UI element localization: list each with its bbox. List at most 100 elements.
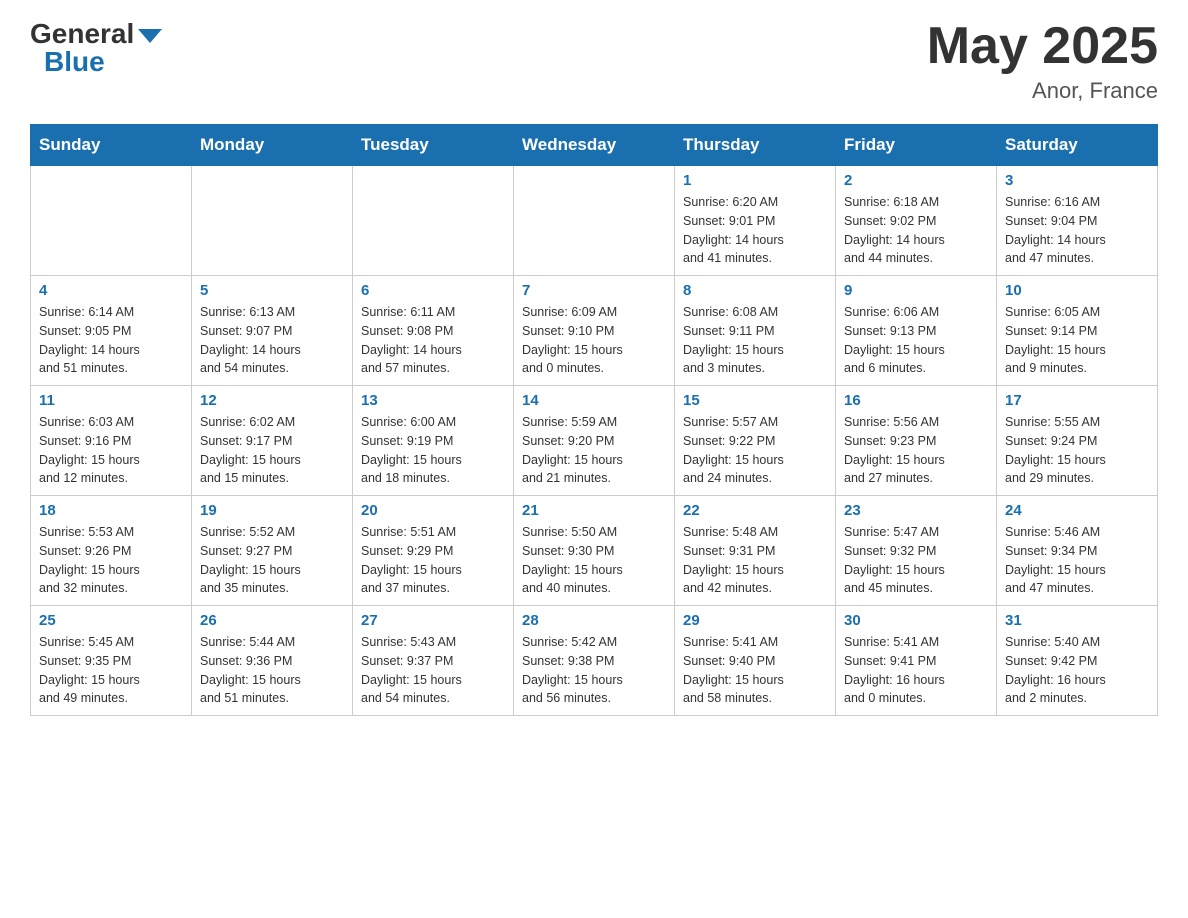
day-number: 28	[522, 612, 666, 629]
calendar-cell: 21 Sunrise: 5:50 AMSunset: 9:30 PMDayligh…	[514, 496, 675, 606]
day-info: Sunrise: 5:59 AMSunset: 9:20 PMDaylight:…	[522, 413, 666, 488]
day-info: Sunrise: 5:50 AMSunset: 9:30 PMDaylight:…	[522, 523, 666, 598]
calendar-cell: 25 Sunrise: 5:45 AMSunset: 9:35 PMDayligh…	[31, 606, 192, 716]
day-number: 14	[522, 392, 666, 409]
day-number: 8	[683, 282, 827, 299]
day-info: Sunrise: 6:18 AMSunset: 9:02 PMDaylight:…	[844, 193, 988, 268]
day-number: 30	[844, 612, 988, 629]
page-header: General Blue May 2025 Anor, France	[30, 20, 1158, 104]
day-info: Sunrise: 6:03 AMSunset: 9:16 PMDaylight:…	[39, 413, 183, 488]
calendar-table: SundayMondayTuesdayWednesdayThursdayFrid…	[30, 124, 1158, 716]
weekday-header-wednesday: Wednesday	[514, 125, 675, 166]
calendar-cell: 18 Sunrise: 5:53 AMSunset: 9:26 PMDayligh…	[31, 496, 192, 606]
day-info: Sunrise: 5:57 AMSunset: 9:22 PMDaylight:…	[683, 413, 827, 488]
weekday-header-saturday: Saturday	[997, 125, 1158, 166]
week-row-5: 25 Sunrise: 5:45 AMSunset: 9:35 PMDayligh…	[31, 606, 1158, 716]
day-info: Sunrise: 5:55 AMSunset: 9:24 PMDaylight:…	[1005, 413, 1149, 488]
day-number: 31	[1005, 612, 1149, 629]
calendar-cell: 5 Sunrise: 6:13 AMSunset: 9:07 PMDaylight…	[192, 276, 353, 386]
day-info: Sunrise: 5:48 AMSunset: 9:31 PMDaylight:…	[683, 523, 827, 598]
calendar-cell: 23Sunrise: 5:47 AMSunset: 9:32 PMDayligh…	[836, 496, 997, 606]
calendar-cell: 8 Sunrise: 6:08 AMSunset: 9:11 PMDaylight…	[675, 276, 836, 386]
calendar-cell	[31, 166, 192, 276]
logo-general-text: General	[30, 20, 134, 48]
calendar-cell	[514, 166, 675, 276]
weekday-header-monday: Monday	[192, 125, 353, 166]
day-number: 16	[844, 392, 988, 409]
day-info: Sunrise: 5:51 AMSunset: 9:29 PMDaylight:…	[361, 523, 505, 598]
calendar-cell: 15 Sunrise: 5:57 AMSunset: 9:22 PMDayligh…	[675, 386, 836, 496]
day-number: 1	[683, 172, 827, 189]
day-info: Sunrise: 6:13 AMSunset: 9:07 PMDaylight:…	[200, 303, 344, 378]
day-info: Sunrise: 6:16 AMSunset: 9:04 PMDaylight:…	[1005, 193, 1149, 268]
week-row-4: 18 Sunrise: 5:53 AMSunset: 9:26 PMDayligh…	[31, 496, 1158, 606]
location-label: Anor, France	[927, 78, 1158, 104]
day-number: 4	[39, 282, 183, 299]
weekday-header-friday: Friday	[836, 125, 997, 166]
calendar-cell	[192, 166, 353, 276]
logo: General Blue	[30, 20, 162, 76]
day-info: Sunrise: 5:41 AMSunset: 9:40 PMDaylight:…	[683, 633, 827, 708]
day-number: 29	[683, 612, 827, 629]
day-number: 12	[200, 392, 344, 409]
calendar-cell: 20Sunrise: 5:51 AMSunset: 9:29 PMDayligh…	[353, 496, 514, 606]
day-number: 22	[683, 502, 827, 519]
day-info: Sunrise: 5:42 AMSunset: 9:38 PMDaylight:…	[522, 633, 666, 708]
calendar-cell: 10Sunrise: 6:05 AMSunset: 9:14 PMDayligh…	[997, 276, 1158, 386]
day-number: 18	[39, 502, 183, 519]
day-number: 6	[361, 282, 505, 299]
day-info: Sunrise: 5:52 AMSunset: 9:27 PMDaylight:…	[200, 523, 344, 598]
day-info: Sunrise: 5:47 AMSunset: 9:32 PMDaylight:…	[844, 523, 988, 598]
day-number: 9	[844, 282, 988, 299]
week-row-2: 4Sunrise: 6:14 AMSunset: 9:05 PMDaylight…	[31, 276, 1158, 386]
day-number: 19	[200, 502, 344, 519]
day-info: Sunrise: 6:06 AMSunset: 9:13 PMDaylight:…	[844, 303, 988, 378]
day-info: Sunrise: 5:44 AMSunset: 9:36 PMDaylight:…	[200, 633, 344, 708]
calendar-cell: 26Sunrise: 5:44 AMSunset: 9:36 PMDayligh…	[192, 606, 353, 716]
calendar-header-row: SundayMondayTuesdayWednesdayThursdayFrid…	[31, 125, 1158, 166]
calendar-cell: 17 Sunrise: 5:55 AMSunset: 9:24 PMDayligh…	[997, 386, 1158, 496]
day-info: Sunrise: 5:40 AMSunset: 9:42 PMDaylight:…	[1005, 633, 1149, 708]
logo-triangle-icon	[138, 29, 162, 43]
day-number: 5	[200, 282, 344, 299]
day-info: Sunrise: 5:53 AMSunset: 9:26 PMDaylight:…	[39, 523, 183, 598]
calendar-cell: 14 Sunrise: 5:59 AMSunset: 9:20 PMDayligh…	[514, 386, 675, 496]
day-info: Sunrise: 6:11 AMSunset: 9:08 PMDaylight:…	[361, 303, 505, 378]
day-info: Sunrise: 5:43 AMSunset: 9:37 PMDaylight:…	[361, 633, 505, 708]
calendar-cell: 4Sunrise: 6:14 AMSunset: 9:05 PMDaylight…	[31, 276, 192, 386]
calendar-cell: 16Sunrise: 5:56 AMSunset: 9:23 PMDayligh…	[836, 386, 997, 496]
day-number: 13	[361, 392, 505, 409]
title-area: May 2025 Anor, France	[927, 20, 1158, 104]
day-info: Sunrise: 5:46 AMSunset: 9:34 PMDaylight:…	[1005, 523, 1149, 598]
weekday-header-tuesday: Tuesday	[353, 125, 514, 166]
calendar-cell: 12 Sunrise: 6:02 AMSunset: 9:17 PMDayligh…	[192, 386, 353, 496]
day-info: Sunrise: 5:45 AMSunset: 9:35 PMDaylight:…	[39, 633, 183, 708]
calendar-cell	[353, 166, 514, 276]
calendar-cell: 28 Sunrise: 5:42 AMSunset: 9:38 PMDayligh…	[514, 606, 675, 716]
weekday-header-sunday: Sunday	[31, 125, 192, 166]
day-number: 17	[1005, 392, 1149, 409]
weekday-header-thursday: Thursday	[675, 125, 836, 166]
day-info: Sunrise: 6:20 AMSunset: 9:01 PMDaylight:…	[683, 193, 827, 268]
calendar-cell: 19 Sunrise: 5:52 AMSunset: 9:27 PMDayligh…	[192, 496, 353, 606]
calendar-cell: 30 Sunrise: 5:41 AMSunset: 9:41 PMDayligh…	[836, 606, 997, 716]
day-info: Sunrise: 6:05 AMSunset: 9:14 PMDaylight:…	[1005, 303, 1149, 378]
day-info: Sunrise: 5:41 AMSunset: 9:41 PMDaylight:…	[844, 633, 988, 708]
day-number: 2	[844, 172, 988, 189]
calendar-cell: 24 Sunrise: 5:46 AMSunset: 9:34 PMDayligh…	[997, 496, 1158, 606]
calendar-cell: 22 Sunrise: 5:48 AMSunset: 9:31 PMDayligh…	[675, 496, 836, 606]
day-info: Sunrise: 6:02 AMSunset: 9:17 PMDaylight:…	[200, 413, 344, 488]
day-number: 21	[522, 502, 666, 519]
calendar-cell: 11 Sunrise: 6:03 AMSunset: 9:16 PMDayligh…	[31, 386, 192, 496]
day-number: 11	[39, 392, 183, 409]
calendar-cell: 6 Sunrise: 6:11 AMSunset: 9:08 PMDaylight…	[353, 276, 514, 386]
day-info: Sunrise: 6:08 AMSunset: 9:11 PMDaylight:…	[683, 303, 827, 378]
day-number: 25	[39, 612, 183, 629]
day-number: 15	[683, 392, 827, 409]
day-number: 24	[1005, 502, 1149, 519]
logo-blue-text: Blue	[44, 48, 105, 76]
calendar-cell: 7Sunrise: 6:09 AMSunset: 9:10 PMDaylight…	[514, 276, 675, 386]
day-number: 7	[522, 282, 666, 299]
calendar-cell: 27Sunrise: 5:43 AMSunset: 9:37 PMDayligh…	[353, 606, 514, 716]
month-title: May 2025	[927, 20, 1158, 72]
